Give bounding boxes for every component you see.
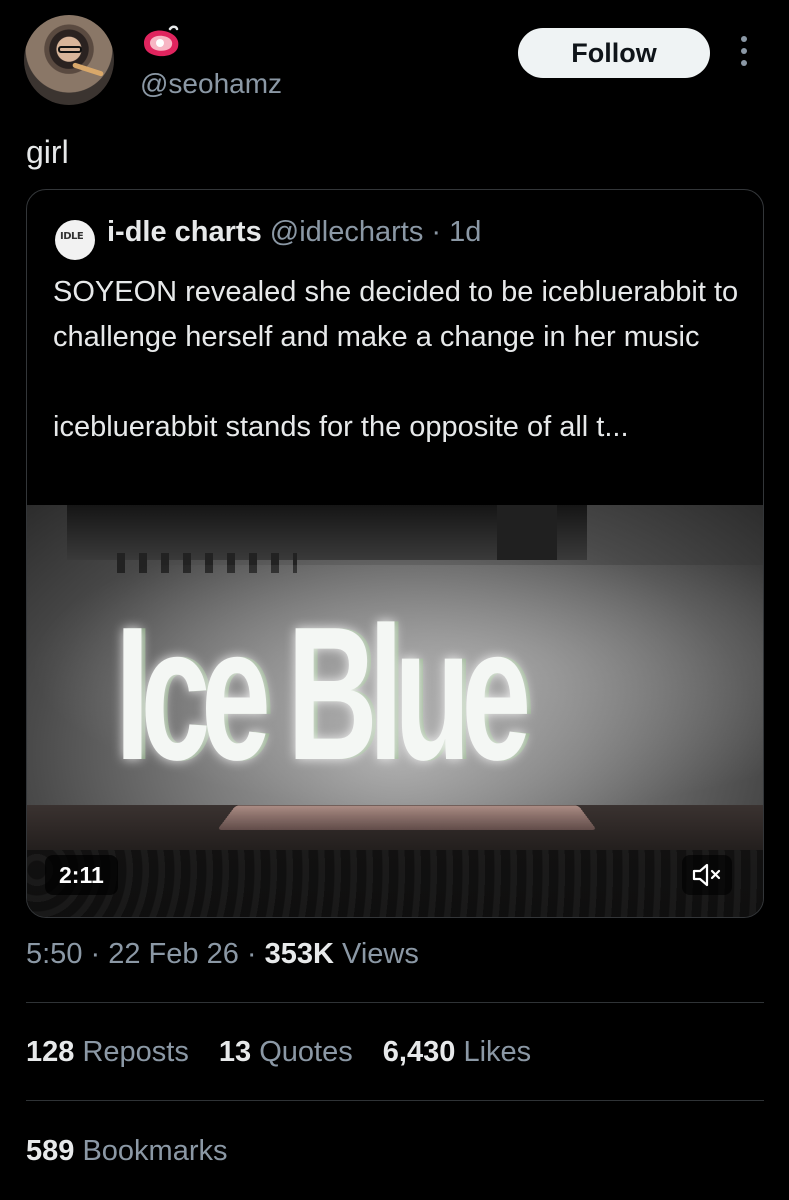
quoted-author-avatar[interactable]: IDLE <box>55 220 95 260</box>
divider <box>26 1002 764 1003</box>
bookmarks-label: Bookmarks <box>82 1135 228 1167</box>
reposts-stat[interactable]: 128 Reposts <box>26 1036 189 1068</box>
reposts-count: 128 <box>26 1036 75 1068</box>
engagement-stats: 128 Reposts 13 Quotes 6,430 Likes <box>26 1036 553 1069</box>
tweet-time[interactable]: 5:50 <box>26 938 82 970</box>
quoted-author-name[interactable]: i-dle charts <box>107 216 262 248</box>
quoted-paragraph-1: SOYEON revealed she decided to be iceblu… <box>53 276 739 353</box>
video-duration-badge: 2:11 <box>45 855 118 895</box>
quoted-tweet-body: SOYEON revealed she decided to be iceblu… <box>53 270 743 450</box>
views-count: 353K <box>264 938 334 970</box>
speaker-muted-icon[interactable] <box>682 855 732 895</box>
avatar-stick <box>72 62 104 77</box>
quoted-tweet-header: i-dle charts @idlecharts · 1d <box>107 216 481 249</box>
crowd <box>27 850 763 917</box>
video-player[interactable]: Ice Blue 2:11 <box>27 505 763 917</box>
quoted-tweet-time: · 1d <box>431 216 482 248</box>
stage-screen-text: Ice Blue <box>115 588 531 800</box>
meta-separator: · <box>90 938 109 970</box>
quotes-count: 13 <box>218 1036 252 1068</box>
likes-stat[interactable]: 6,430 Likes <box>383 1036 531 1068</box>
quoted-author-handle[interactable]: @idlecharts <box>270 216 424 248</box>
quoted-avatar-text: IDLE <box>60 231 84 242</box>
views-label: Views <box>342 938 419 970</box>
bookmarks-count: 589 <box>26 1135 75 1167</box>
stage-platform <box>217 805 597 830</box>
quotes-stat[interactable]: 13 Quotes <box>219 1036 353 1068</box>
more-options-icon[interactable] <box>734 36 754 70</box>
reposts-label: Reposts <box>82 1036 189 1068</box>
follow-button[interactable]: Follow <box>518 28 710 78</box>
likes-count: 6,430 <box>382 1036 456 1068</box>
likes-label: Likes <box>463 1036 532 1068</box>
tweet-header: @seohamz Follow <box>0 0 789 120</box>
stage-lighting-rig-right <box>497 505 557 560</box>
author-handle[interactable]: @seohamz <box>140 68 282 100</box>
bookmarks-stat[interactable]: 589 Bookmarks <box>26 1135 228 1168</box>
author-avatar[interactable] <box>24 15 114 105</box>
quoted-paragraph-2: icebluerabbit stands for the opposite of… <box>53 411 629 443</box>
quotes-label: Quotes <box>259 1036 353 1068</box>
steak-emoji-icon <box>144 25 179 57</box>
tweet-metadata: 5:50 · 22 Feb 26 · 353K Views <box>26 938 419 971</box>
quoted-tweet-card[interactable]: IDLE i-dle charts @idlecharts · 1d SOYEO… <box>26 189 764 918</box>
meta-separator: · <box>246 938 265 970</box>
divider <box>26 1100 764 1101</box>
tweet-text: girl <box>26 134 69 170</box>
avatar-glasses <box>58 46 82 53</box>
tweet-date[interactable]: 22 Feb 26 <box>108 938 239 970</box>
